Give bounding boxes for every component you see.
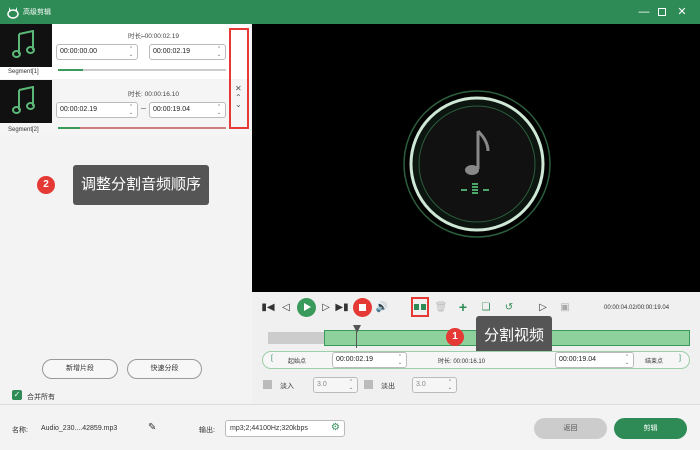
- spinner-arrows-icon[interactable]: ⌃ ⌄: [624, 354, 630, 366]
- window-title: 高级剪辑: [23, 9, 51, 16]
- output-value: mp3;2;44100Hz;320kbps: [230, 425, 308, 432]
- play-segment-icon[interactable]: ▷: [536, 301, 550, 315]
- add-icon[interactable]: +: [456, 300, 470, 314]
- edit-name-icon[interactable]: ✎: [148, 422, 156, 433]
- range-separator: [141, 36, 146, 37]
- trim-start-value: 00:00:02.19: [336, 356, 373, 363]
- cut-button[interactable]: 剪辑: [614, 418, 687, 439]
- set-start-button[interactable]: 起始点: [288, 356, 306, 365]
- fast-split-button[interactable]: 快速分段: [127, 359, 202, 379]
- segment-range-bar: [58, 69, 83, 71]
- play-button[interactable]: [297, 298, 316, 317]
- segment-panel: Segment[1] 时长: 00:00:02.19 00:00:00.00 ⌃…: [0, 24, 252, 404]
- preview-area: [252, 24, 700, 292]
- range-separator: [141, 108, 146, 109]
- fade-in-input[interactable]: 3.0 ⌃ ⌄: [313, 377, 358, 393]
- fade-out-label: 淡出: [381, 383, 395, 390]
- name-label: 名称:: [12, 427, 28, 434]
- callout-1-text: 分割视频: [476, 316, 553, 356]
- callout-2-text: 调整分割音频顺序: [73, 165, 210, 205]
- title-bar: 高级剪辑 — ✕: [0, 0, 700, 24]
- segment-label: Segment[2]: [8, 127, 39, 133]
- trim-end-value: 00:00:19.04: [559, 356, 596, 363]
- new-segment-button[interactable]: 新增片段: [42, 359, 118, 379]
- segment-item-2[interactable]: Segment[2] 时长: 00:00:16.10 00:00:02.19 ⌃…: [0, 80, 250, 135]
- music-note-icon: [12, 30, 35, 58]
- crop-icon[interactable]: ▣: [558, 301, 572, 315]
- maximize-icon[interactable]: [654, 4, 670, 20]
- callout-1-badge: 1: [446, 328, 464, 346]
- spinner-arrows-icon[interactable]: ⌃ ⌄: [348, 379, 354, 391]
- time-display: 00:00:04.02/00:00:19.04: [604, 305, 670, 311]
- step-forward-icon[interactable]: ▷: [319, 301, 333, 315]
- callout-2-badge: 2: [37, 176, 55, 194]
- skip-end-icon[interactable]: ▶▮: [335, 301, 349, 315]
- segment-range-track: [58, 69, 226, 71]
- segment-end-input[interactable]: 00:00:02.19 ⌃ ⌄: [149, 44, 226, 60]
- segment-thumbnail: [0, 24, 52, 67]
- set-end-button[interactable]: 结束点: [645, 356, 663, 365]
- segment-start-value: 00:00:00.00: [60, 48, 97, 55]
- spinner-arrows-icon[interactable]: ⌃ ⌄: [216, 46, 222, 58]
- file-name: Audio_230....42859.mp3: [41, 425, 118, 432]
- segment-end-value: 00:00:19.04: [153, 106, 190, 113]
- spinner-arrows-icon[interactable]: ⌃ ⌄: [447, 379, 453, 391]
- segment-duration: 时长: 00:00:16.10: [128, 91, 179, 98]
- back-button[interactable]: 返回: [534, 418, 607, 439]
- skip-start-icon[interactable]: ▮◀: [261, 301, 275, 315]
- output-settings-field[interactable]: mp3;2;44100Hz;320kbps ⚙: [225, 420, 345, 437]
- trim-end-input[interactable]: 00:00:19.04 ⌃ ⌄: [555, 352, 634, 368]
- output-label: 输出:: [199, 427, 215, 434]
- copy-icon[interactable]: ❏: [479, 301, 493, 315]
- player-controls: ▮◀ ◁ ▷ ▶▮ 🔊 🗑 + ❏ ↺ ▷ ▣ 00:00:04.02/00:0…: [252, 292, 700, 404]
- fade-out-input[interactable]: 3.0 ⌃ ⌄: [412, 377, 457, 393]
- fade-in-checkbox[interactable]: [263, 380, 272, 389]
- bracket-end-icon: ]: [679, 355, 681, 362]
- segment-range-bar: [80, 127, 226, 129]
- spinner-arrows-icon[interactable]: ⌃ ⌄: [216, 104, 222, 116]
- trim-start-input[interactable]: 00:00:02.19 ⌃ ⌄: [332, 352, 407, 368]
- stop-button[interactable]: [353, 298, 372, 317]
- volume-icon[interactable]: 🔊: [375, 301, 389, 315]
- bracket-start-icon: [: [271, 355, 273, 362]
- spinner-arrows-icon[interactable]: ⌃ ⌄: [128, 46, 134, 58]
- reorder-controls-highlight: ✕ ⌃ ⌄: [229, 28, 249, 129]
- segment-start-value: 00:00:02.19: [60, 106, 97, 113]
- fade-out-checkbox[interactable]: [364, 380, 373, 389]
- segment-start-input[interactable]: 00:00:02.19 ⌃ ⌄: [56, 102, 138, 118]
- segment-range-bar-start: [58, 127, 80, 129]
- settings-gear-icon[interactable]: ⚙: [331, 422, 340, 433]
- segment-end-value: 00:00:02.19: [153, 48, 190, 55]
- segment-thumbnail: [0, 80, 52, 123]
- app-logo-icon: [7, 7, 19, 19]
- segment-end-input[interactable]: 00:00:19.04 ⌃ ⌄: [149, 102, 226, 118]
- fade-out-value: 3.0: [416, 381, 426, 388]
- playhead-line: [356, 332, 357, 348]
- minimize-icon[interactable]: —: [636, 4, 652, 20]
- split-button[interactable]: [411, 297, 429, 317]
- segment-duration: 时长: 00:00:02.19: [128, 33, 179, 40]
- fade-in-label: 淡入: [280, 383, 294, 390]
- spinner-arrows-icon[interactable]: ⌃ ⌄: [397, 354, 403, 366]
- music-note-icon: [12, 86, 35, 114]
- split-icon: [414, 304, 426, 310]
- segment-start-input[interactable]: 00:00:00.00 ⌃ ⌄: [56, 44, 138, 60]
- segment-item-1[interactable]: Segment[1] 时长: 00:00:02.19 00:00:00.00 ⌃…: [0, 24, 250, 79]
- fade-in-value: 3.0: [317, 381, 327, 388]
- reset-icon[interactable]: ↺: [502, 301, 516, 315]
- merge-all-label: 合并所有: [27, 394, 55, 401]
- segment-label: Segment[1]: [8, 69, 39, 75]
- move-down-icon[interactable]: ⌄: [235, 100, 242, 109]
- audio-visualizer-icon: [403, 90, 551, 238]
- spinner-arrows-icon[interactable]: ⌃ ⌄: [128, 104, 134, 116]
- bottom-bar: 名称: Audio_230....42859.mp3 ✎ 输出: mp3;2;4…: [0, 404, 700, 450]
- trash-icon[interactable]: 🗑: [434, 301, 448, 315]
- trim-duration: 时长: 00:00:16.10: [438, 359, 486, 365]
- delete-segment-icon[interactable]: ✕: [235, 84, 242, 93]
- close-icon[interactable]: ✕: [674, 4, 690, 20]
- merge-all-checkbox[interactable]: ✓: [12, 390, 22, 400]
- step-back-icon[interactable]: ◁: [279, 301, 293, 315]
